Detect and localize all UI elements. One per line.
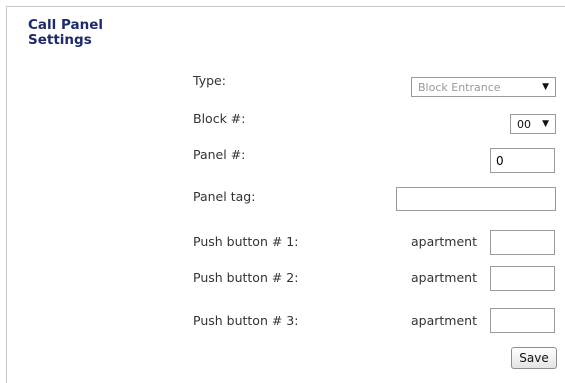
push-button-2-apartment-input[interactable] [490,266,555,291]
chevron-down-icon: ▼ [542,119,549,129]
type-select[interactable]: Block Entrance ▼ [411,77,556,97]
push-button-1-apartment-input[interactable] [490,230,555,255]
push-button-3-label: Push button # 3: [193,313,299,328]
type-label: Type: [193,73,226,88]
block-label: Block #: [193,111,246,126]
block-select[interactable]: 00 ▼ [510,114,556,134]
push-button-1-label: Push button # 1: [193,234,299,249]
type-select-value: Block Entrance [418,80,501,94]
push-button-2-apartment-label: apartment [411,270,477,285]
page-title: Call Panel Settings [28,17,104,48]
chevron-down-icon: ▼ [542,82,549,92]
push-button-3-apartment-label: apartment [411,313,477,328]
push-button-1-apartment-label: apartment [411,234,477,249]
panel-tag-input[interactable] [396,187,556,211]
panel-number-input[interactable] [490,148,555,173]
push-button-3-apartment-input[interactable] [490,308,555,333]
save-button[interactable]: Save [511,347,557,369]
push-button-2-label: Push button # 2: [193,270,299,285]
block-select-value: 00 [517,117,531,131]
panel-number-label: Panel #: [193,147,246,162]
panel-tag-label: Panel tag: [193,189,256,204]
